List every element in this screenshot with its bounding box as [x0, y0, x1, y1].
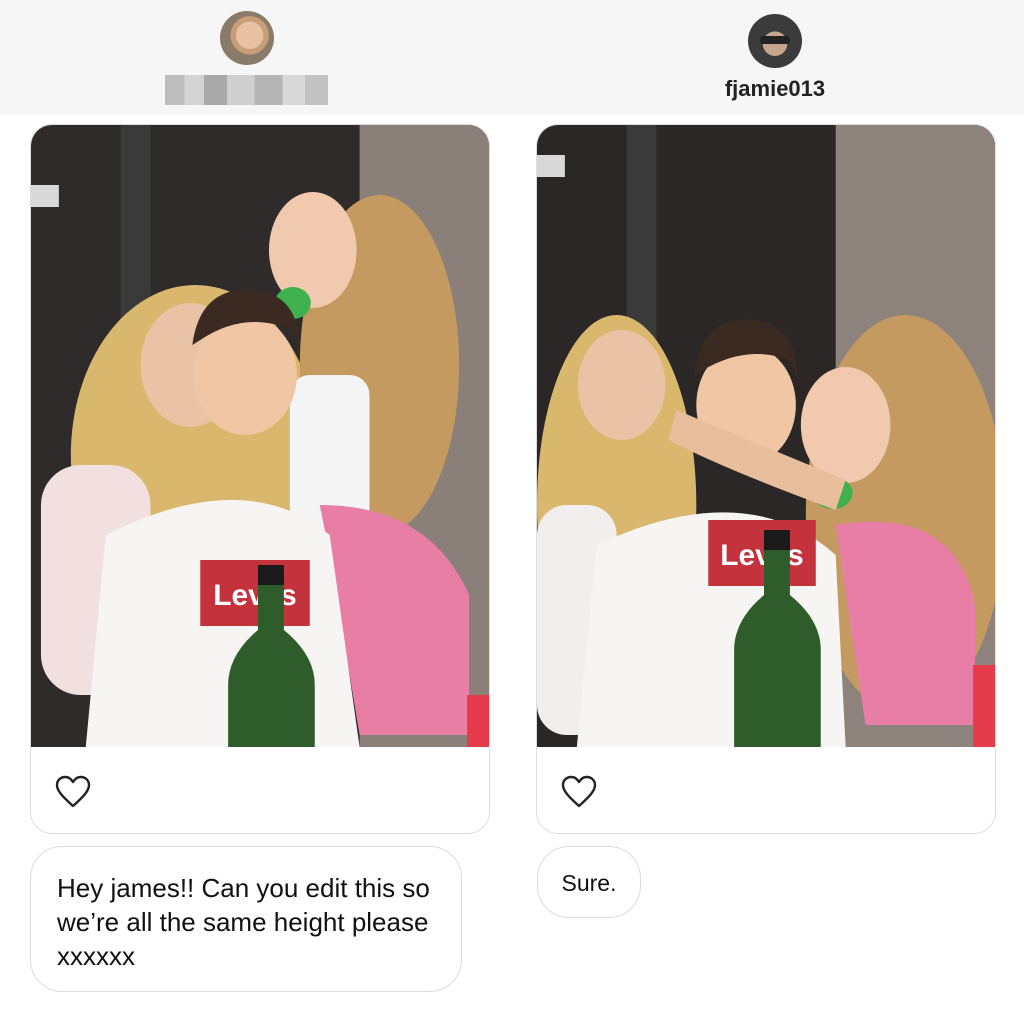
- right-photo-illustration: Levi's: [537, 125, 995, 747]
- right-post-footer: [537, 747, 995, 833]
- left-post-footer: [31, 747, 489, 833]
- right-user-avatar[interactable]: [748, 14, 802, 68]
- heart-outline-icon[interactable]: [55, 775, 91, 809]
- left-message-bubble: Hey james!! Can you edit this so we’re a…: [30, 846, 462, 992]
- header-band: [0, 0, 1024, 115]
- right-post-card: Levi's: [536, 124, 996, 834]
- right-username[interactable]: fjamie013: [700, 76, 850, 102]
- left-shirt-logo: Levi's: [213, 579, 296, 612]
- left-photo-illustration: Levi's: [31, 125, 489, 747]
- left-post-photo[interactable]: Levi's: [31, 125, 489, 747]
- right-message-bubble: Sure.: [537, 846, 641, 918]
- right-shirt-logo: Levi's: [720, 539, 803, 572]
- right-post-photo[interactable]: Levi's: [537, 125, 995, 747]
- heart-outline-icon[interactable]: [561, 775, 597, 809]
- left-post-card: Levi's: [30, 124, 490, 834]
- redacted-username: [165, 75, 328, 105]
- left-user-avatar[interactable]: [220, 11, 274, 65]
